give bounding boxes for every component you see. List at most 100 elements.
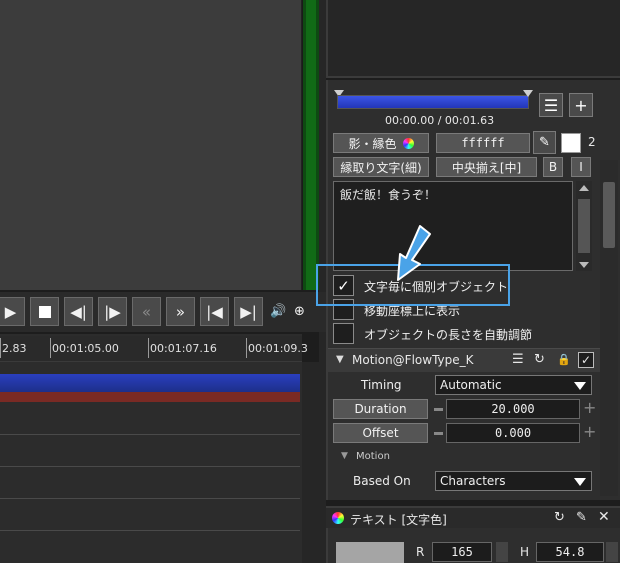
close-icon[interactable]: ✕ bbox=[598, 509, 610, 525]
minus-icon[interactable] bbox=[434, 432, 443, 435]
jump-end-icon: ▶| bbox=[240, 302, 257, 321]
prev-frame-button[interactable]: ◀| bbox=[64, 297, 93, 326]
chevron-down-icon bbox=[574, 382, 586, 390]
track-divider bbox=[0, 498, 300, 499]
text-scrollbar[interactable] bbox=[576, 181, 592, 271]
plus-icon[interactable]: + bbox=[583, 422, 596, 441]
tick-label: 2.83 bbox=[2, 342, 27, 355]
minus-icon[interactable] bbox=[434, 408, 443, 411]
eyedropper-button[interactable]: ✎ bbox=[533, 131, 556, 154]
color-preview-swatch[interactable] bbox=[336, 542, 404, 563]
play-button[interactable]: ▶ bbox=[0, 297, 25, 326]
jump-end-button[interactable]: ▶| bbox=[234, 297, 263, 326]
collapse-icon[interactable]: ▼ bbox=[341, 451, 348, 461]
fast-forward-button[interactable]: » bbox=[166, 297, 195, 326]
list-icon[interactable]: ☰ bbox=[512, 352, 524, 367]
stop-button[interactable] bbox=[30, 297, 59, 326]
lock-icon[interactable]: 🔒 bbox=[557, 353, 571, 366]
transport-bar: ▶ ◀| |▶ « » |◀ ▶| 🔊 ⊕ bbox=[0, 292, 326, 332]
object-progress-bar[interactable] bbox=[337, 95, 529, 109]
plus-icon[interactable]: + bbox=[583, 398, 596, 417]
jump-start-button[interactable]: |◀ bbox=[200, 297, 229, 326]
track-divider bbox=[0, 466, 300, 467]
auto-length-label: オブジェクトの長さを自動調節 bbox=[364, 328, 533, 342]
r-label: R bbox=[416, 545, 425, 559]
collapse-icon[interactable]: ▼ bbox=[336, 354, 344, 365]
timing-value: Automatic bbox=[440, 378, 502, 392]
text-content-input[interactable]: 飯だ飯！食うぞ！ bbox=[333, 181, 573, 271]
align-select[interactable]: 中央揃え[中] bbox=[436, 157, 537, 177]
duration-button[interactable]: Duration bbox=[333, 399, 428, 419]
timeline-area[interactable] bbox=[0, 334, 302, 563]
eyedropper-icon[interactable]: ✎ bbox=[576, 510, 587, 525]
based-on-label: Based On bbox=[353, 474, 411, 488]
font-size-value: 2 bbox=[588, 135, 596, 149]
h-value-field[interactable]: 54.8 bbox=[536, 542, 604, 562]
bold-toggle[interactable]: B bbox=[543, 157, 563, 177]
properties-scrollbar[interactable] bbox=[600, 160, 618, 496]
h-stepper[interactable] bbox=[606, 542, 618, 562]
timeline-clip-text[interactable] bbox=[0, 374, 300, 392]
color-swatch[interactable] bbox=[561, 133, 581, 153]
auto-length-checkbox[interactable] bbox=[333, 323, 354, 344]
outline-style-select[interactable]: 縁取り文字(細) bbox=[333, 157, 429, 177]
color-wheel-icon bbox=[332, 512, 344, 524]
timing-label: Timing bbox=[361, 378, 402, 392]
stop-icon bbox=[38, 305, 51, 318]
tick-label: 00:01:07.16 bbox=[150, 342, 217, 355]
play-icon: ▶ bbox=[4, 302, 17, 321]
fast-forward-icon: » bbox=[175, 302, 186, 321]
timeline-scrollbar[interactable] bbox=[302, 362, 319, 563]
eyedropper-icon: ✎ bbox=[539, 135, 550, 150]
add-button[interactable]: + bbox=[569, 93, 593, 117]
effect-title: Motion@FlowType_K bbox=[352, 353, 474, 367]
tick-label: 00:01:09.3 bbox=[248, 342, 308, 355]
chevron-down-icon bbox=[574, 478, 586, 486]
track-divider bbox=[0, 434, 300, 435]
based-on-select[interactable]: Characters bbox=[435, 471, 592, 491]
italic-toggle[interactable]: I bbox=[571, 157, 591, 177]
rewind-icon: « bbox=[141, 302, 152, 321]
volume-icon[interactable]: 🔊 bbox=[270, 304, 286, 319]
end-marker[interactable] bbox=[523, 90, 533, 97]
text-color-panel-header: テキスト [文字色] ↻ ✎ ✕ bbox=[326, 506, 620, 528]
video-preview bbox=[0, 0, 302, 290]
track-divider bbox=[0, 530, 300, 531]
time-readout: 00:00.00 / 00:01.63 bbox=[385, 114, 495, 127]
r-stepper[interactable] bbox=[496, 542, 508, 562]
timeline-clip-effect[interactable] bbox=[0, 392, 300, 402]
effect-enable-checkbox[interactable]: ✓ bbox=[578, 352, 594, 368]
color-wheel-icon bbox=[402, 137, 414, 149]
rewind-button[interactable]: « bbox=[132, 297, 161, 326]
step-back-icon: ◀| bbox=[70, 302, 87, 321]
list-button[interactable]: ☰ bbox=[539, 93, 563, 117]
r-value-field[interactable]: 165 bbox=[432, 542, 492, 562]
shadow-color-button[interactable]: 影・縁色 bbox=[333, 133, 429, 153]
effect-header[interactable]: ▼ Motion@FlowType_K ☰ ↻ 🔒 ✓ bbox=[328, 348, 600, 372]
tick-label: 00:01:05.00 bbox=[52, 342, 119, 355]
offset-button[interactable]: Offset bbox=[333, 423, 428, 443]
based-on-value: Characters bbox=[440, 474, 506, 488]
reset-icon[interactable]: ↻ bbox=[534, 352, 545, 367]
reset-icon[interactable]: ↻ bbox=[554, 510, 565, 525]
duration-field[interactable]: 20.000 bbox=[446, 399, 580, 419]
plus-icon: + bbox=[574, 95, 588, 115]
zoom-icon[interactable]: ⊕ bbox=[294, 304, 305, 319]
text-color-panel-title: テキスト [文字色] bbox=[350, 513, 447, 527]
color-hex-field[interactable]: ffffff bbox=[436, 133, 530, 153]
step-forward-icon: |▶ bbox=[104, 302, 121, 321]
top-right-panel bbox=[326, 0, 620, 78]
jump-start-icon: |◀ bbox=[206, 302, 223, 321]
pointer-arrow-icon bbox=[397, 225, 431, 281]
shadow-color-label: 影・縁色 bbox=[348, 136, 397, 151]
list-icon: ☰ bbox=[543, 95, 559, 115]
timeline-ruler[interactable]: 2.83 00:01:05.00 00:01:07.16 00:01:09.3 bbox=[0, 336, 308, 362]
preview-level-bar bbox=[302, 0, 319, 290]
checkmark-icon: ✓ bbox=[580, 353, 592, 367]
motion-section-label: Motion bbox=[356, 451, 390, 462]
h-label: H bbox=[520, 545, 530, 559]
timing-select[interactable]: Automatic bbox=[435, 375, 592, 395]
next-frame-button[interactable]: |▶ bbox=[98, 297, 127, 326]
offset-field[interactable]: 0.000 bbox=[446, 423, 580, 443]
text-color-panel: R 165 H 54.8 bbox=[326, 528, 620, 563]
